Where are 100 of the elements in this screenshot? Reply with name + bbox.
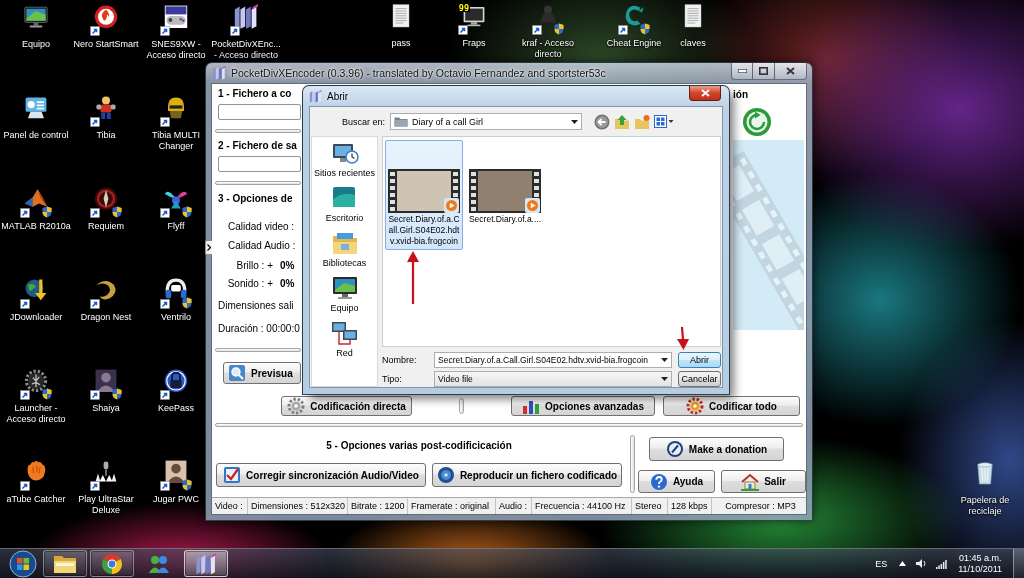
- file-path-field[interactable]: [218, 104, 301, 120]
- dialog-title: Abrir: [327, 90, 349, 102]
- helmet-icon[interactable]: [168, 97, 184, 119]
- crescent-icon[interactable]: [96, 281, 116, 300]
- glove-icon[interactable]: [27, 461, 46, 481]
- desktop-icon-label[interactable]: kraf - Acceso directo: [511, 38, 585, 60]
- headset-icon[interactable]: [165, 278, 187, 299]
- speaker-icon[interactable]: [915, 558, 928, 569]
- refresh-button[interactable]: [742, 107, 772, 137]
- desktop-icon-label[interactable]: pass: [391, 38, 411, 49]
- desktop-icon-label[interactable]: Tibia: [96, 130, 116, 141]
- file-item[interactable]: Secret.Diary.of.a....: [466, 140, 544, 228]
- file-type-dropdown[interactable]: Video file: [434, 371, 672, 387]
- wings-icon[interactable]: [164, 191, 188, 209]
- clock-button[interactable]: 01:45 a.m. 11/10/2011: [956, 552, 1004, 575]
- places-item[interactable]: Sitios recientes: [314, 140, 375, 179]
- back-icon[interactable]: [594, 113, 611, 130]
- microphone-icon[interactable]: [95, 461, 117, 482]
- places-item[interactable]: Red: [330, 320, 359, 359]
- recycle-bin-icon[interactable]: [977, 462, 993, 485]
- gamepad-icon[interactable]: [164, 5, 188, 28]
- desktop-icon-label[interactable]: SNES9XW - Acceso directo: [143, 39, 209, 61]
- desktop-icon-label[interactable]: Fraps: [462, 38, 486, 49]
- taskbar-button[interactable]: [90, 550, 134, 577]
- desktop-icon-label[interactable]: Tibia MULTI Changer: [148, 130, 204, 152]
- desktop-icon-label[interactable]: JDownloader: [9, 312, 63, 323]
- document-icon[interactable]: [684, 4, 702, 28]
- document-icon[interactable]: [392, 4, 410, 28]
- status-text: Video :: [215, 501, 243, 511]
- padlock-icon[interactable]: [164, 369, 188, 392]
- side-panel-tab[interactable]: [205, 240, 212, 255]
- play-file-button[interactable]: Reproducir un fichero codificado: [432, 463, 622, 487]
- close-button[interactable]: [775, 63, 807, 80]
- desktop-icon-label[interactable]: Cheat Engine: [606, 38, 662, 49]
- video-file-icon[interactable]: [388, 169, 460, 213]
- donate-button[interactable]: Make a donation: [649, 437, 784, 461]
- desktop-icon-label[interactable]: Shaiya: [92, 403, 120, 414]
- portrait-icon[interactable]: [95, 369, 117, 392]
- places-item[interactable]: Equipo: [330, 275, 359, 314]
- folder-up-icon[interactable]: [614, 113, 631, 130]
- file-name-field[interactable]: Secret.Diary.of.a.Call.Girl.S04E02.hdtv.xvid-bia.frogcoin: [434, 352, 672, 368]
- dropdown-caret-icon[interactable]: [661, 377, 668, 381]
- help-button[interactable]: Ayuda: [638, 470, 715, 493]
- desktop-icon-label[interactable]: Play UltraStar Deluxe: [69, 494, 143, 516]
- peak-shape-icon[interactable]: [24, 189, 48, 207]
- preview-button[interactable]: Previsua: [223, 362, 301, 384]
- signal-bars-icon[interactable]: [936, 558, 948, 569]
- desktop-icon-label[interactable]: Papelera de reciclaje: [948, 495, 1022, 517]
- close-button[interactable]: [689, 86, 721, 101]
- film-stripes-icon[interactable]: [194, 552, 218, 575]
- dropdown-caret-icon[interactable]: [571, 119, 579, 124]
- sync-fix-button[interactable]: Corregir sincronización Audio/Video: [216, 463, 426, 487]
- maximize-button[interactable]: [753, 63, 775, 80]
- desktop-icon-label[interactable]: Equipo: [22, 39, 50, 50]
- option-label: Brillo : +: [236, 260, 273, 272]
- chevron-up-icon[interactable]: [899, 561, 907, 566]
- language-indicator[interactable]: ES: [875, 558, 888, 569]
- taskbar-button[interactable]: [43, 550, 87, 577]
- file-item[interactable]: Secret.Diary.of.a.Call.Girl.S04E02.hdtv.xvid-bia.frogcoin: [385, 140, 463, 250]
- places-item[interactable]: Escritorio: [325, 185, 364, 224]
- advanced-options-button[interactable]: Opciones avanzadas: [511, 396, 655, 416]
- exit-button[interactable]: Salir: [721, 470, 806, 493]
- portrait-icon[interactable]: [165, 460, 187, 483]
- figure-icon[interactable]: [96, 96, 116, 119]
- desktop-icon-label[interactable]: Flyff: [167, 221, 185, 232]
- desktop-icon-label[interactable]: Ventrilo: [161, 312, 191, 323]
- desktop-icon-label[interactable]: Dragon Nest: [80, 312, 132, 323]
- monitor-icon[interactable]: [24, 6, 48, 28]
- new-folder-icon[interactable]: [634, 113, 651, 130]
- minimize-button[interactable]: [731, 63, 753, 80]
- taskbar-button[interactable]: [184, 550, 228, 577]
- curved-hook-icon[interactable]: [625, 5, 644, 26]
- show-desktop-button[interactable]: [1013, 549, 1024, 578]
- film-stripes-icon[interactable]: [234, 4, 258, 29]
- circle-logo-icon[interactable]: [100, 552, 124, 575]
- desktop-icon-label[interactable]: KeePass: [158, 403, 194, 414]
- house-icon: [741, 472, 760, 491]
- view-menu-icon[interactable]: [654, 115, 675, 128]
- direct-encode-button[interactable]: Codificación directa: [281, 396, 412, 416]
- folder-dropdown[interactable]: Diary of a call Girl: [390, 113, 583, 130]
- globe-arrow-icon[interactable]: [25, 279, 47, 301]
- emblem-icon[interactable]: [94, 187, 118, 210]
- desktop-icon-label[interactable]: PocketDivXEnc... - Acceso directo: [209, 39, 283, 61]
- desktop-icon-label[interactable]: claves: [680, 38, 706, 49]
- video-file-icon[interactable]: [469, 169, 541, 213]
- desktop-icon-label[interactable]: aTube Catcher: [6, 494, 66, 505]
- places-item[interactable]: Bibliotecas: [322, 230, 367, 269]
- control-panel-icon[interactable]: [25, 97, 47, 119]
- cancel-button[interactable]: Cancelar: [678, 371, 721, 387]
- open-button[interactable]: Abrir: [678, 352, 721, 368]
- desktop-icon-label[interactable]: MATLAB R2010a: [1, 221, 71, 232]
- desktop-icon-label[interactable]: Panel de control: [3, 130, 69, 141]
- file-path-field[interactable]: [218, 156, 301, 172]
- desktop-icon-label[interactable]: Nero StartSmart: [73, 39, 139, 50]
- desktop-icon-label[interactable]: Requiem: [88, 221, 124, 232]
- encode-all-button[interactable]: Codificar todo: [663, 396, 800, 416]
- dropdown-caret-icon[interactable]: [661, 358, 668, 362]
- flame-icon[interactable]: [94, 5, 118, 28]
- desktop-icon-label[interactable]: Launcher - Acceso directo: [0, 403, 72, 425]
- desktop-icon-label[interactable]: Jugar PWC: [153, 494, 199, 505]
